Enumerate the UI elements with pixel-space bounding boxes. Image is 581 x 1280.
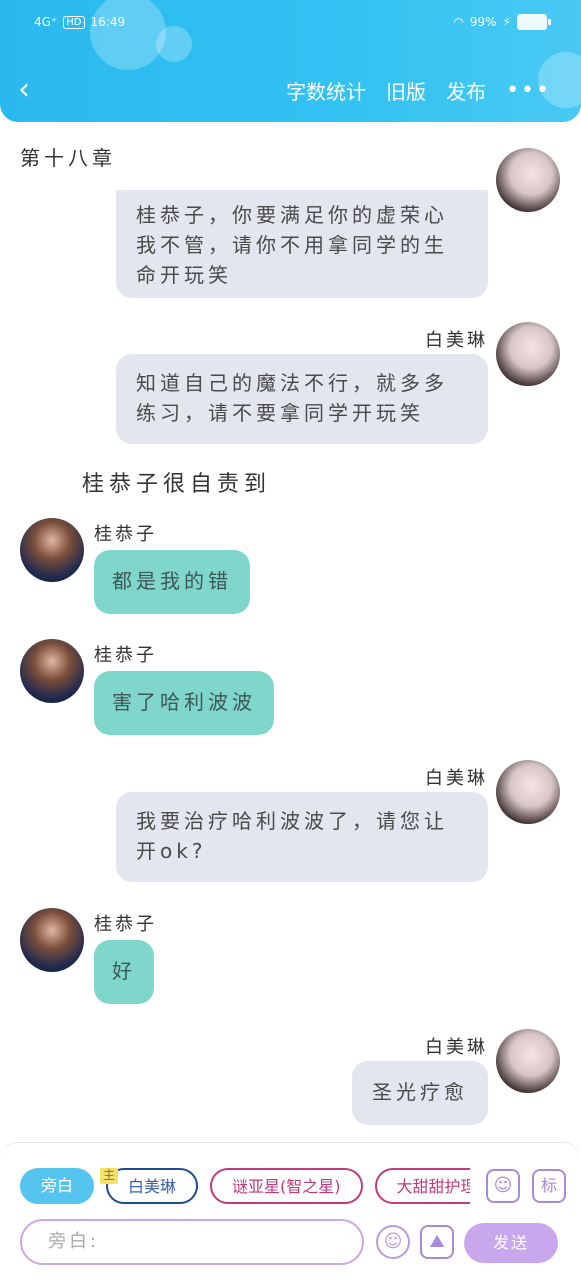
battery-icon xyxy=(517,14,551,30)
message-bubble[interactable]: 害了哈利波波 xyxy=(94,671,274,735)
publish-button[interactable]: 发布 xyxy=(446,76,486,105)
avatar[interactable] xyxy=(496,322,560,386)
message-bubble[interactable]: 都是我的错 xyxy=(94,550,250,614)
wifi-icon: ◠ xyxy=(453,15,464,29)
message-bubble[interactable]: 我要治疗哈利波波了，请您让开ok? xyxy=(116,792,488,882)
chevron-left-icon: ‹ xyxy=(18,72,30,107)
avatar[interactable] xyxy=(496,148,560,212)
avatar[interactable] xyxy=(496,760,560,824)
header-actions: 字数统计 旧版 发布 ••• xyxy=(286,76,551,105)
chip-character[interactable]: 主白美琳 xyxy=(100,1168,199,1204)
avatar[interactable] xyxy=(20,639,84,703)
avatar[interactable] xyxy=(496,1029,560,1093)
speaker-name: 白美琳 xyxy=(425,330,488,351)
message-bubble[interactable]: 圣光疗愈 xyxy=(352,1061,488,1125)
word-count-button[interactable]: 字数统计 xyxy=(286,76,366,105)
battery-percent: 99% xyxy=(469,15,497,29)
charging-icon: ⚡ xyxy=(502,15,511,29)
composer: 旁白主白美琳谜亚星(智之星)大甜甜护理长 ☺ 标 旁白: ☺ ⛰ 发送 xyxy=(0,1142,581,1280)
send-button[interactable]: 发送 xyxy=(464,1223,558,1263)
speaker-name: 白美琳 xyxy=(425,768,488,789)
speaker-name: 桂恭子 xyxy=(94,645,157,666)
speaker-name: 白美琳 xyxy=(425,1037,488,1058)
chip-label: 白美琳 xyxy=(128,1177,177,1196)
message-bubble[interactable]: 知道自己的魔法不行，就多多练习，请不要拿同学开玩笑 xyxy=(116,354,488,444)
back-button[interactable]: ‹ xyxy=(18,72,48,108)
old-version-button[interactable]: 旧版 xyxy=(386,76,426,105)
speaker-name: 桂恭子 xyxy=(94,524,157,545)
emoji-icon[interactable]: ☺ xyxy=(376,1225,410,1259)
app-header: 4G⁺ HD 16:49 ◠ 99% ⚡ ‹ 字数统计 旧版 发布 ••• xyxy=(0,0,581,122)
message-bubble[interactable]: 桂恭子，你要满足你的虚荣心我不管，请你不用拿同学的生命开玩笑 xyxy=(116,190,488,298)
status-bar: 4G⁺ HD 16:49 ◠ 99% ⚡ xyxy=(34,10,551,34)
clock: 16:49 xyxy=(90,15,126,29)
chat-area: 桂恭子，你要满足你的虚荣心我不管，请你不用拿同学的生命开玩笑 白美琳 知道自己的… xyxy=(0,148,581,1140)
chip-character[interactable]: 谜亚星(智之星) xyxy=(210,1168,363,1204)
avatar[interactable] xyxy=(20,908,84,972)
character-manage-icon[interactable]: ☺ xyxy=(486,1169,520,1203)
network-indicator: 4G⁺ xyxy=(34,15,58,29)
message-bubble[interactable]: 好 xyxy=(94,940,154,1004)
more-icon[interactable]: ••• xyxy=(506,78,551,103)
narration-text[interactable]: 桂恭子很自责到 xyxy=(82,466,271,498)
speaker-name: 桂恭子 xyxy=(94,914,157,935)
main-tag: 主 xyxy=(100,1168,119,1184)
label-button[interactable]: 标 xyxy=(532,1169,566,1203)
avatar[interactable] xyxy=(20,518,84,582)
hd-badge: HD xyxy=(63,15,85,29)
chapter-title: 第十八章 xyxy=(20,146,116,170)
chip-character[interactable]: 大甜甜护理长 xyxy=(374,1168,470,1204)
character-chips: 旁白主白美琳谜亚星(智之星)大甜甜护理长 xyxy=(20,1168,470,1206)
image-icon[interactable]: ⛰ xyxy=(420,1225,454,1259)
message-input[interactable]: 旁白: xyxy=(20,1219,364,1265)
chip-narration[interactable]: 旁白 xyxy=(20,1168,95,1204)
